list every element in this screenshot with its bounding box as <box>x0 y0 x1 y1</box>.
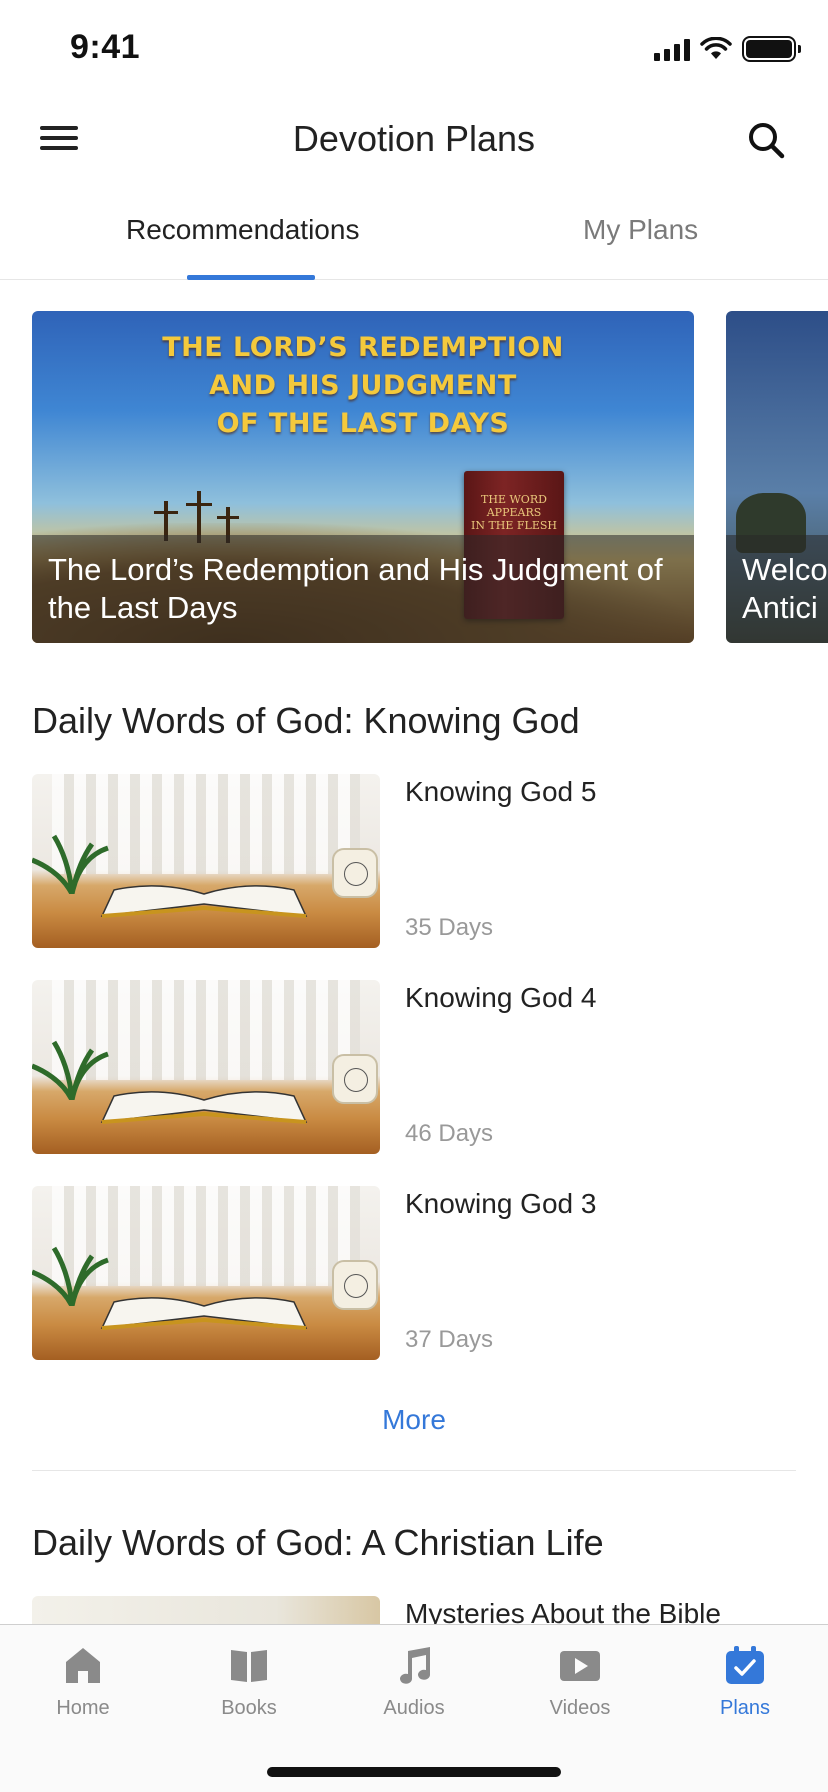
plan-list-item[interactable]: Knowing God 5 35 Days <box>32 774 796 948</box>
status-time: 9:41 <box>70 28 141 66</box>
tab-label: Videos <box>549 1697 611 1719</box>
tab-audios[interactable]: Audios <box>331 1625 497 1735</box>
featured-banner[interactable]: THE LORD’S REDEMPTION AND HIS JUDGMENT O… <box>32 311 694 643</box>
book-icon <box>231 1650 267 1682</box>
plan-duration: 37 Days <box>405 1326 494 1353</box>
plan-title: Knowing God 4 <box>405 982 597 1013</box>
plan-list-item[interactable]: Knowing God 3 37 Days <box>32 1186 796 1360</box>
tab-videos[interactable]: Videos <box>497 1625 663 1735</box>
featured-banner-next[interactable]: Welco Antici <box>726 311 828 643</box>
app-header: Devotion Plans <box>0 100 828 180</box>
plan-title: Knowing God 3 <box>405 1188 597 1219</box>
plan-list-item[interactable]: Knowing God 4 46 Days <box>32 980 796 1154</box>
calendar-check-icon <box>726 1646 764 1684</box>
more-link[interactable]: More <box>0 1404 828 1436</box>
section-divider <box>32 1470 796 1471</box>
tab-my-plans[interactable]: My Plans <box>583 214 698 246</box>
search-icon[interactable] <box>744 118 788 162</box>
tab-books[interactable]: Books <box>166 1625 332 1735</box>
segment-tabs: Recommendations My Plans <box>0 190 828 280</box>
home-indicator <box>267 1767 561 1777</box>
cross-graphic <box>186 503 212 506</box>
plan-thumbnail <box>32 980 380 1154</box>
battery-icon <box>742 36 801 62</box>
tab-recommendations[interactable]: Recommendations <box>126 214 359 246</box>
page-title: Devotion Plans <box>292 118 536 159</box>
cross-graphic <box>217 516 239 519</box>
cellular-signal-icon <box>654 37 690 61</box>
section-title: Daily Words of God: Knowing God <box>32 700 580 741</box>
tab-label: Home <box>56 1697 110 1719</box>
status-icons <box>654 36 801 62</box>
plan-title: Knowing God 5 <box>405 776 597 807</box>
tab-label: Plans <box>719 1697 771 1719</box>
active-tab-indicator <box>187 275 315 280</box>
tab-plans[interactable]: Plans <box>662 1625 828 1735</box>
plan-duration: 35 Days <box>405 914 494 941</box>
video-play-icon <box>560 1651 600 1681</box>
tab-label: Audios <box>383 1697 445 1719</box>
plan-thumbnail <box>32 1186 380 1360</box>
home-icon <box>66 1648 100 1683</box>
featured-carousel: THE LORD’S REDEMPTION AND HIS JUDGMENT O… <box>0 311 828 643</box>
cross-graphic <box>154 511 178 514</box>
music-note-icon <box>400 1647 430 1684</box>
tab-label: Books <box>221 1697 277 1719</box>
wifi-icon <box>700 37 732 59</box>
banner-caption: Welco Antici <box>742 552 828 625</box>
plan-thumbnail <box>32 774 380 948</box>
tab-home[interactable]: Home <box>0 1625 166 1735</box>
status-bar: 9:41 <box>0 0 828 100</box>
section-title: Daily Words of God: A Christian Life <box>32 1522 604 1563</box>
plan-duration: 46 Days <box>405 1120 494 1147</box>
banner-headline: THE LORD’S REDEMPTION AND HIS JUDGMENT O… <box>162 332 564 439</box>
banner-caption: The Lord’s Redemption and His Judgment o… <box>48 552 663 625</box>
